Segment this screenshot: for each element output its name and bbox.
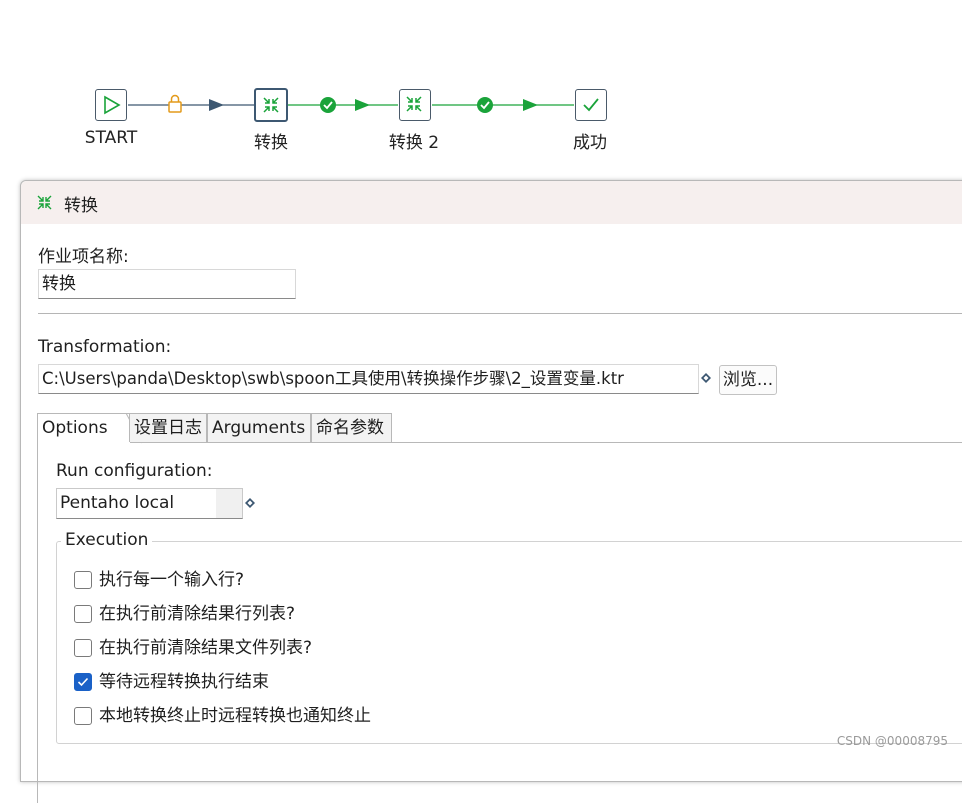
workflow-hops	[128, 94, 574, 113]
transformation-path-input[interactable]: C:\Users\panda\Desktop\swb\spoon工具使用\转换操…	[38, 364, 699, 394]
node-label-transformation: 转换	[254, 133, 288, 153]
run-configuration-label: Run configuration:	[56, 461, 213, 481]
tab-named-parameters-label: 命名参数	[316, 418, 384, 438]
transformation-icon	[263, 97, 279, 113]
node-label-start: START	[84, 128, 138, 148]
tab-options-label: Options	[42, 418, 108, 438]
workflow-canvas[interactable]: START 转换 转换 2 成功	[0, 0, 962, 180]
success-icon	[583, 98, 599, 112]
success-check-icon[interactable]	[477, 97, 493, 113]
watermark: CSDN @00008795	[836, 734, 948, 748]
transformation-icon	[37, 195, 52, 210]
success-check-icon[interactable]	[320, 97, 336, 113]
variable-diamond-icon	[701, 373, 711, 383]
checkbox-label: 在执行前清除结果文件列表?	[99, 638, 313, 658]
checkbox-label: 等待远程转换执行结束	[99, 672, 269, 692]
start-icon	[104, 95, 121, 115]
tab-named-parameters[interactable]: 命名参数	[311, 413, 392, 442]
dropdown-arrow[interactable]	[216, 489, 242, 518]
hop-arrow-icon	[523, 99, 538, 111]
hop-arrow-icon	[355, 99, 370, 111]
checkbox[interactable]	[74, 639, 92, 657]
checkbox[interactable]	[74, 605, 92, 623]
transformation-2-node[interactable]	[399, 89, 431, 121]
checkbox-label: 本地转换终止时远程转换也通知终止	[99, 706, 371, 726]
checkbox[interactable]	[74, 571, 92, 589]
transformation-icon	[406, 96, 422, 112]
start-node[interactable]	[95, 89, 127, 121]
tab-logging[interactable]: 设置日志	[129, 413, 207, 442]
transformation-label: Transformation:	[38, 337, 172, 357]
node-label-success: 成功	[573, 133, 607, 153]
checkbox[interactable]	[74, 707, 92, 725]
tab-arguments[interactable]: Arguments	[207, 413, 311, 442]
tab-baseline	[130, 442, 962, 443]
job-entry-name-input[interactable]: 转换	[38, 269, 296, 299]
checkbox-label: 在执行前清除结果行列表?	[99, 604, 296, 624]
checkmark-icon	[77, 677, 89, 687]
execution-legend: Execution	[61, 530, 153, 550]
node-label-transformation-2: 转换 2	[388, 133, 440, 153]
checkbox-label: 执行每一个输入行?	[99, 570, 245, 590]
browse-button[interactable]: 浏览...	[719, 365, 777, 395]
variable-diamond-icon	[245, 498, 255, 508]
lock-icon[interactable]	[168, 94, 182, 113]
dialog-title: 转换	[64, 196, 98, 216]
job-entry-name-label: 作业项名称:	[38, 247, 129, 267]
tab-logging-label: 设置日志	[134, 418, 202, 438]
tab-bar: Options 设置日志 Arguments 命名参数	[37, 413, 962, 444]
hop-arrow-icon	[209, 99, 224, 111]
tab-arguments-label: Arguments	[212, 418, 306, 438]
dialog-title-bar[interactable]: 转换	[21, 181, 962, 224]
tab-options[interactable]: Options	[37, 413, 130, 444]
success-node[interactable]	[575, 89, 607, 121]
tab-panel-border	[37, 443, 38, 803]
run-configuration-select[interactable]: Pentaho local	[56, 488, 243, 519]
checkbox-checked[interactable]	[74, 673, 92, 691]
run-configuration-value: Pentaho local	[60, 493, 175, 513]
job-entry-dialog: 转换 作业项名称: 转换 Transformation: C:\Users\pa…	[20, 180, 962, 803]
divider	[38, 313, 962, 314]
transformation-node[interactable]	[254, 88, 288, 122]
